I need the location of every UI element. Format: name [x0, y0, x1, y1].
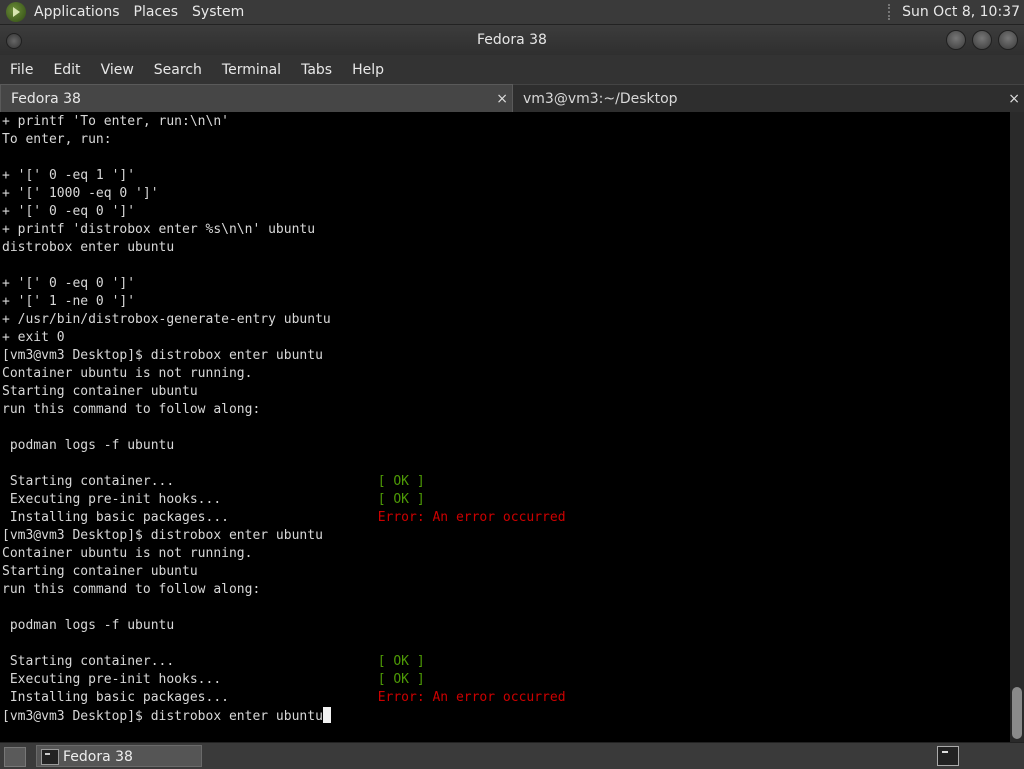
status-ok: [ OK ]	[377, 672, 425, 687]
terminal-line-text: Executing pre-init hooks...	[2, 492, 378, 507]
bottom-panel: Fedora 38	[0, 742, 1024, 769]
show-desktop-icon[interactable]	[4, 747, 26, 767]
terminal-line: + printf 'To enter, run:\n\n'	[2, 114, 229, 129]
terminal-line: Container ubuntu is not running.	[2, 366, 253, 381]
terminal-line: Executing pre-init hooks... [ OK ]	[2, 491, 566, 509]
maximize-button[interactable]	[972, 30, 992, 50]
status-error: Error: An error occurred	[377, 690, 566, 705]
terminal-line: + '[' 1 -ne 0 ']'	[2, 294, 136, 309]
status-ok: [ OK ]	[377, 474, 425, 489]
status-error: Error: An error occurred	[377, 510, 566, 525]
scrollbar-thumb[interactable]	[1012, 687, 1022, 739]
terminal-line: + '[' 0 -eq 0 ']'	[2, 276, 136, 291]
terminal-line: run this command to follow along:	[2, 402, 261, 417]
menu-search[interactable]: Search	[144, 62, 212, 78]
terminal-line: + exit 0	[2, 330, 65, 345]
system-menu[interactable]: System	[192, 4, 252, 20]
terminal-line: + '[' 0 -eq 1 ']'	[2, 168, 136, 183]
terminal-line: podman logs -f ubuntu	[2, 438, 175, 453]
menu-help[interactable]: Help	[342, 62, 394, 78]
terminal-line-text: Installing basic packages...	[2, 690, 378, 705]
applications-menu[interactable]: Applications	[34, 4, 128, 20]
terminal-line: podman logs -f ubuntu	[2, 618, 175, 633]
menu-tabs[interactable]: Tabs	[291, 62, 342, 78]
top-panel: Applications Places System Sun Oct 8, 10…	[0, 0, 1024, 25]
terminal-output[interactable]: + printf 'To enter, run:\n\n' To enter, r…	[0, 112, 1010, 742]
terminal-icon	[41, 749, 59, 765]
terminal-line: Installing basic packages... Error: An e…	[2, 509, 566, 527]
top-panel-menus: Applications Places System	[6, 0, 258, 24]
tab-label: vm3@vm3:~/Desktop	[523, 91, 678, 107]
minimize-button[interactable]	[946, 30, 966, 50]
taskbar-item-label: Fedora 38	[63, 749, 133, 765]
window-controls	[946, 30, 1018, 50]
menu-view[interactable]: View	[91, 62, 144, 78]
terminal-lines: + printf 'To enter, run:\n\n' To enter, r…	[2, 113, 566, 725]
terminal-line: [vm3@vm3 Desktop]$ distrobox enter ubunt…	[2, 348, 323, 363]
menu-file[interactable]: File	[0, 62, 43, 78]
terminal-line: Starting container... [ OK ]	[2, 473, 566, 491]
menubar: File Edit View Search Terminal Tabs Help	[0, 55, 1024, 84]
terminal-line: Executing pre-init hooks... [ OK ]	[2, 671, 566, 689]
terminal-line: + printf 'distrobox enter %s\n\n' ubuntu	[2, 222, 316, 237]
terminal-line-text: Executing pre-init hooks...	[2, 672, 378, 687]
tab-close-icon[interactable]: ×	[496, 85, 508, 113]
text-cursor	[322, 707, 331, 723]
terminal-line: Installing basic packages... Error: An e…	[2, 689, 566, 707]
terminal-line-text: Installing basic packages...	[2, 510, 378, 525]
terminal-line: [vm3@vm3 Desktop]$ distrobox enter ubunt…	[2, 528, 323, 543]
tab-desktop[interactable]: vm3@vm3:~/Desktop ×	[513, 84, 1024, 112]
status-ok: [ OK ]	[377, 492, 425, 507]
terminal-line: distrobox enter ubuntu	[2, 240, 175, 255]
window-title: Fedora 38	[477, 32, 547, 48]
terminal-line: Container ubuntu is not running.	[2, 546, 253, 561]
menu-terminal[interactable]: Terminal	[212, 62, 291, 78]
terminal-line: To enter, run:	[2, 132, 112, 147]
tab-close-icon[interactable]: ×	[1008, 85, 1020, 113]
terminal-prompt-line[interactable]: [vm3@vm3 Desktop]$ distrobox enter ubunt…	[2, 707, 566, 725]
terminal-line: Starting container... [ OK ]	[2, 653, 566, 671]
terminal-scrollbar[interactable]	[1010, 112, 1024, 742]
menu-edit[interactable]: Edit	[43, 62, 90, 78]
close-button[interactable]	[998, 30, 1018, 50]
distro-logo-icon[interactable]	[6, 2, 26, 22]
terminal-line: + '[' 0 -eq 0 ']'	[2, 204, 136, 219]
tab-label: Fedora 38	[11, 91, 81, 107]
places-menu[interactable]: Places	[134, 4, 187, 20]
tab-bar: Fedora 38 × vm3@vm3:~/Desktop ×	[0, 84, 1024, 112]
terminal-line-text: Starting container...	[2, 654, 378, 669]
terminal-line: Starting container ubuntu	[2, 384, 198, 399]
tab-fedora-38[interactable]: Fedora 38 ×	[0, 84, 513, 112]
panel-handle-icon	[888, 4, 894, 20]
terminal-line: run this command to follow along:	[2, 582, 261, 597]
status-ok: [ OK ]	[377, 654, 425, 669]
window-titlebar[interactable]: Fedora 38	[0, 25, 1024, 55]
terminal-line: Starting container ubuntu	[2, 564, 198, 579]
clock[interactable]: Sun Oct 8, 10:37	[902, 4, 1020, 20]
tray-terminal-icon[interactable]	[937, 746, 959, 766]
terminal-line-text: Starting container...	[2, 474, 378, 489]
terminal-line: + '[' 1000 -eq 0 ']'	[2, 186, 159, 201]
window-menu-icon[interactable]	[6, 33, 22, 49]
clock-area: Sun Oct 8, 10:37	[888, 0, 1020, 24]
taskbar-item-fedora-38[interactable]: Fedora 38	[36, 745, 202, 767]
terminal-line: + /usr/bin/distrobox-generate-entry ubun…	[2, 312, 331, 327]
prompt-text: [vm3@vm3 Desktop]$ distrobox enter ubunt…	[2, 709, 323, 724]
